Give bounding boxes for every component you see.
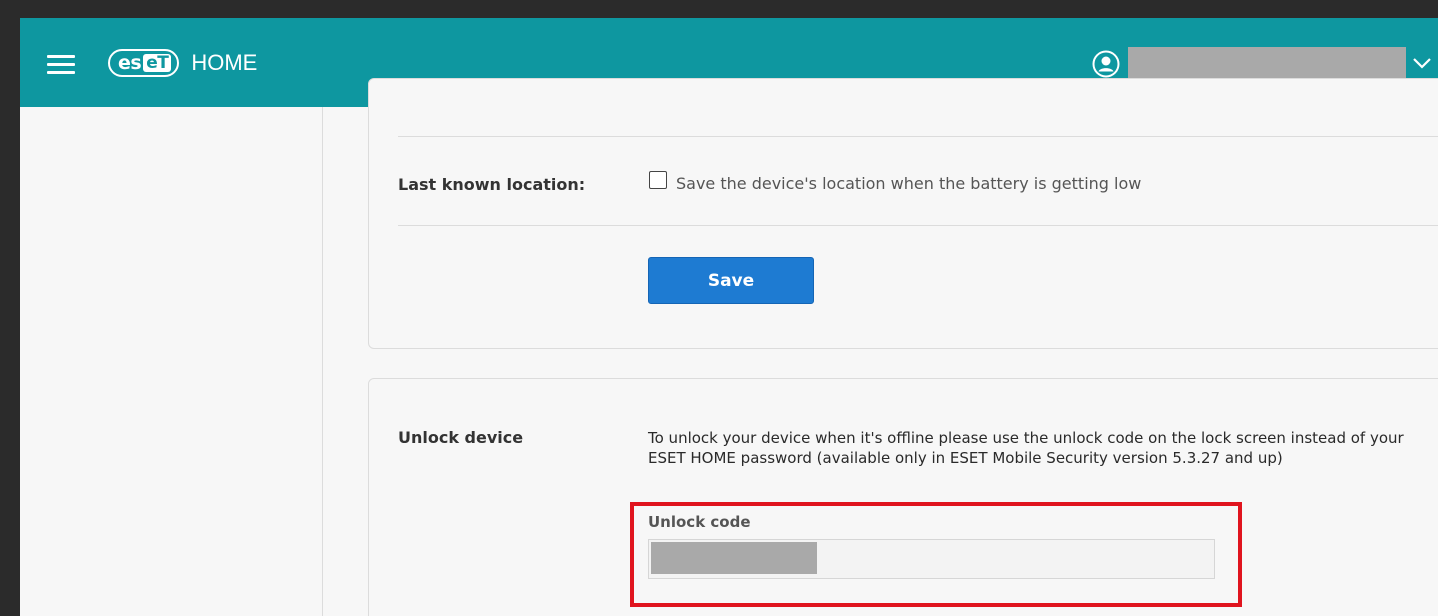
last-known-location-checkbox[interactable] xyxy=(649,171,667,189)
last-known-location-checkbox-label[interactable]: Save the device's location when the batt… xyxy=(676,174,1141,193)
divider xyxy=(398,136,1438,137)
user-name-redacted[interactable] xyxy=(1128,47,1406,82)
unlock-code-value-redacted xyxy=(651,542,817,574)
unlock-description: To unlock your device when it's offline … xyxy=(648,429,1404,467)
device-settings-card xyxy=(368,78,1438,349)
unlock-code-field[interactable] xyxy=(648,539,1215,579)
hamburger-menu-icon[interactable] xyxy=(47,55,75,75)
save-button[interactable]: Save xyxy=(648,257,814,304)
app-name: HOME xyxy=(191,50,258,75)
eset-home-logo[interactable]: es eT HOME xyxy=(108,49,257,77)
eset-logo-mark: es eT xyxy=(108,49,180,77)
user-icon[interactable] xyxy=(1092,50,1120,78)
app-window: es eT HOME Last known location: Save the … xyxy=(20,18,1438,616)
chevron-down-icon[interactable] xyxy=(1412,56,1432,70)
unlock-code-label: Unlock code xyxy=(648,513,751,531)
last-known-location-label: Last known location: xyxy=(398,175,586,194)
divider xyxy=(398,225,1438,226)
unlock-device-label: Unlock device xyxy=(398,428,524,447)
left-navigation-panel xyxy=(20,107,323,616)
